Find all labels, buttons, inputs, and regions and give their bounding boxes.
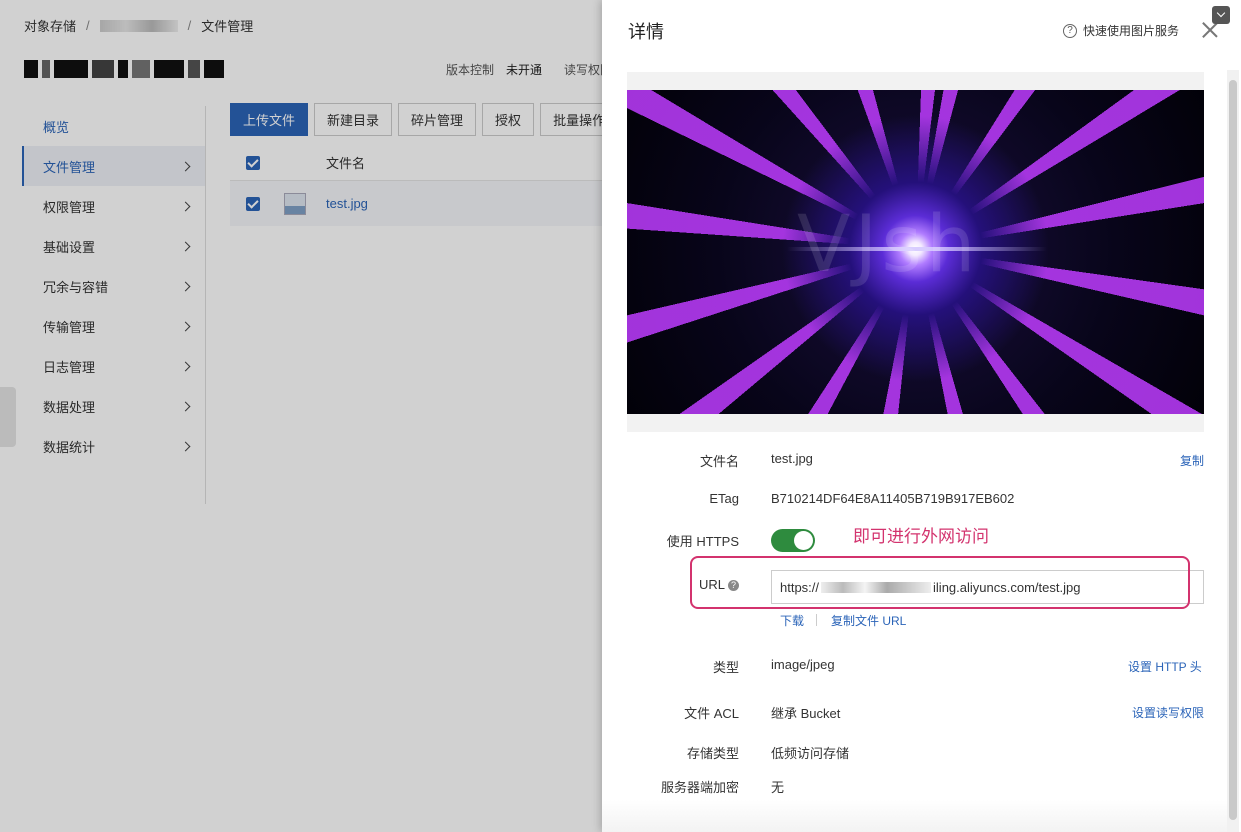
preview-watermark: VJsh	[797, 200, 980, 290]
close-icon[interactable]	[1202, 22, 1218, 38]
https-toggle[interactable]	[771, 529, 815, 552]
type-label: 类型	[712, 660, 739, 675]
filename-label: 文件名	[699, 454, 739, 469]
help-link-label: 快速使用图片服务	[1083, 24, 1180, 38]
etag-label: ETag	[709, 491, 739, 506]
acl-label: 文件 ACL	[684, 706, 739, 721]
image-service-help-link[interactable]: ? 快速使用图片服务	[1063, 22, 1179, 39]
toggle-knob	[794, 531, 813, 550]
encryption-label: 服务器端加密	[660, 780, 739, 795]
scrollbar-thumb[interactable]	[1229, 80, 1237, 820]
storage-class-value: 低频访问存储	[771, 746, 850, 761]
copy-file-url-link[interactable]: 复制文件 URL	[831, 612, 906, 629]
image-preview-container: VJsh	[627, 72, 1204, 432]
set-http-header-link[interactable]: 设置 HTTP 头	[1128, 658, 1202, 675]
link-divider	[816, 614, 817, 626]
copy-filename-link[interactable]: 复制	[1180, 452, 1204, 469]
image-preview: VJsh	[627, 90, 1204, 414]
annotation-text: 即可进行外网访问	[853, 527, 989, 546]
filename-value: test.jpg	[771, 451, 813, 466]
drawer-scrollbar[interactable]	[1227, 70, 1239, 832]
acl-value: 继承 Bucket	[771, 706, 841, 721]
annotation-highlight-box	[690, 556, 1190, 609]
drawer-footer	[602, 800, 1227, 832]
details-drawer: 详情 ? 快速使用图片服务 VJsh 文件名 test.jpg 复制 ETag …	[602, 0, 1241, 832]
storage-class-label: 存储类型	[686, 746, 739, 761]
https-label: 使用 HTTPS	[666, 534, 739, 549]
download-link[interactable]: 下载	[780, 612, 804, 629]
question-circle-icon: ?	[1063, 23, 1077, 38]
etag-value: B710214DF64E8A11405B719B917EB602	[771, 491, 1015, 506]
chevron-down-icon[interactable]	[1212, 6, 1230, 24]
drawer-title: 详情	[628, 22, 664, 42]
set-acl-link[interactable]: 设置读写权限	[1132, 704, 1204, 721]
modal-overlay[interactable]	[0, 0, 602, 832]
encryption-value: 无	[771, 780, 785, 795]
type-value: image/jpeg	[771, 657, 835, 672]
